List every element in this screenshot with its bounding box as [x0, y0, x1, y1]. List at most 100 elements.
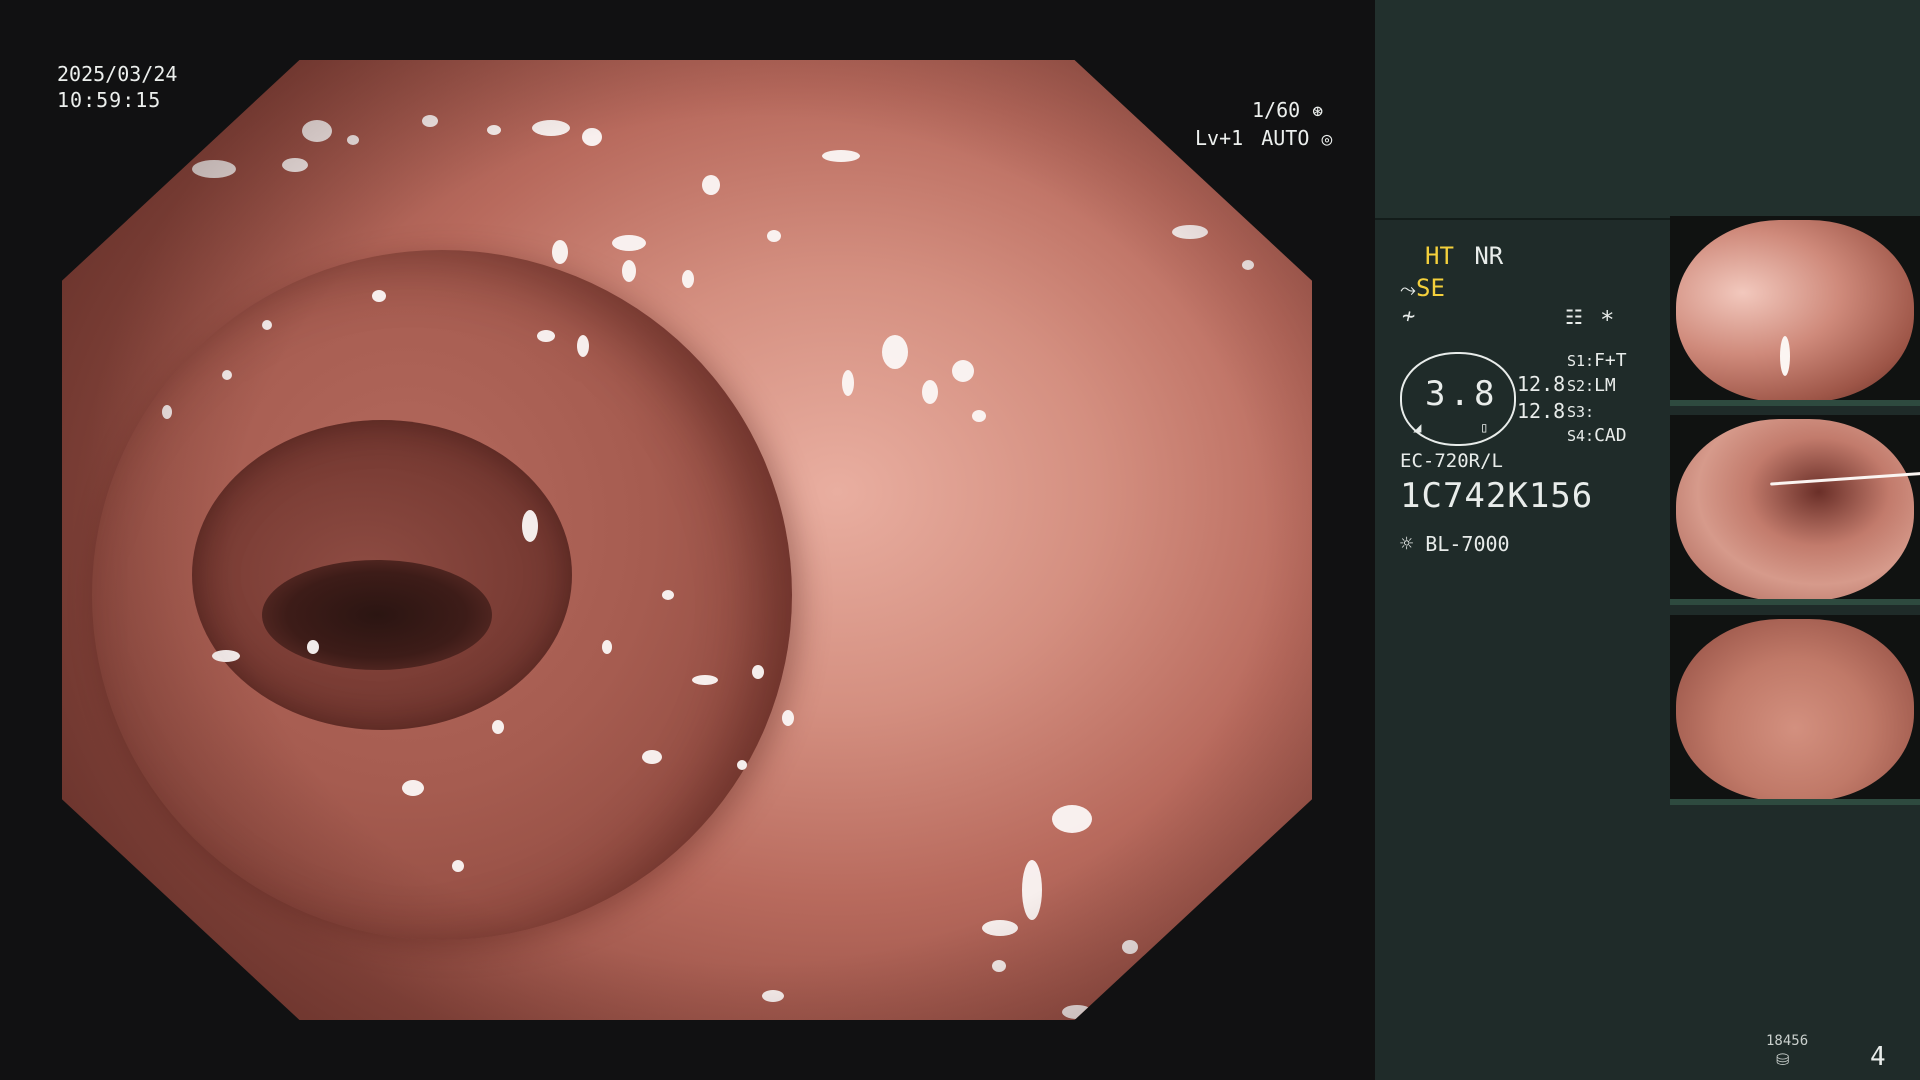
- specular-highlight: [537, 330, 555, 342]
- storage-count: 18456: [1766, 1033, 1809, 1049]
- specular-highlight: [372, 290, 386, 302]
- lumen-inner: [192, 420, 572, 730]
- thumbnail-highlight: [1780, 336, 1790, 376]
- panel-header-area: [1375, 0, 1920, 220]
- thumbnail-bar: [1670, 599, 1920, 605]
- specular-highlight: [1172, 225, 1208, 239]
- switch-value: CAD: [1594, 425, 1627, 446]
- page-number: 4: [1870, 1042, 1886, 1072]
- specular-highlight: [767, 230, 781, 242]
- brightness-value: 3.8: [1425, 374, 1499, 414]
- light-source: BL-7000: [1425, 532, 1510, 556]
- thumbnail-bar: [1670, 799, 1920, 805]
- level-value: Lv+1: [1195, 126, 1244, 150]
- ht-indicator: HT: [1425, 242, 1454, 270]
- specular-highlight: [622, 260, 636, 282]
- switch-key: S2:: [1567, 377, 1595, 395]
- specular-highlight: [982, 920, 1018, 936]
- specular-highlight: [1242, 260, 1254, 270]
- database-icon: ⛁: [1776, 1050, 1790, 1069]
- specular-highlight: [522, 510, 538, 542]
- specular-highlight: [702, 175, 720, 195]
- specular-highlight: [842, 370, 854, 396]
- thumbnail-image: [1676, 220, 1914, 402]
- specular-highlight: [1142, 960, 1182, 968]
- light-source-row: ☼ BL-7000: [1400, 532, 1510, 557]
- date-label: 2025/03/24: [57, 62, 178, 86]
- lumen-fold: [92, 250, 792, 940]
- specular-highlight: [822, 150, 860, 162]
- thumbnail-image: [1676, 419, 1914, 601]
- specular-highlight: [262, 320, 272, 330]
- value-1: 12.8: [1517, 372, 1566, 396]
- specular-highlight: [222, 370, 232, 380]
- specular-highlight: [662, 590, 674, 600]
- menu-icon: ☷: [1565, 305, 1583, 329]
- switch-key: S4:: [1567, 427, 1595, 445]
- specular-highlight: [922, 380, 938, 404]
- shutter-label: 1/60 ⊛: [1252, 98, 1323, 124]
- capture-thumbnail-2[interactable]: [1670, 415, 1920, 605]
- gauge-right-marker: ▯: [1480, 420, 1489, 436]
- specular-highlight: [307, 640, 319, 654]
- switch-row-3: S3:: [1567, 401, 1594, 422]
- time-label: 10:59:15: [57, 88, 162, 112]
- lumen-opening: [262, 560, 492, 670]
- switch-key: S1:: [1567, 352, 1595, 370]
- se-row: ⤳SE: [1400, 274, 1445, 302]
- switch-row-1: S1:F+T: [1567, 350, 1627, 371]
- endoscope-display: 2025/03/24 10:59:15 1/60 ⊛ Lv+1 AUTO ◎: [0, 0, 1375, 1080]
- specular-highlight: [302, 120, 332, 142]
- specular-highlight: [602, 640, 612, 654]
- specular-highlight: [347, 135, 359, 145]
- specular-highlight: [282, 158, 308, 172]
- specular-highlight: [882, 335, 908, 369]
- shutter-value: 1/60: [1252, 98, 1301, 122]
- specular-highlight: [552, 240, 568, 264]
- value-2: 12.8: [1517, 399, 1566, 423]
- specular-highlight: [192, 160, 236, 178]
- specular-highlight: [212, 650, 240, 662]
- mode-value: AUTO: [1261, 126, 1310, 150]
- switch-value: F+T: [1594, 350, 1627, 371]
- specular-highlight: [1052, 805, 1092, 833]
- thumbnail-bar: [1670, 400, 1920, 406]
- specular-highlight: [162, 405, 172, 419]
- target-icon: ◎: [1321, 129, 1333, 150]
- scope-serial: 1C742K156: [1400, 476, 1594, 516]
- specular-highlight: [692, 675, 718, 685]
- specular-highlight: [972, 410, 986, 422]
- specular-highlight: [612, 235, 646, 251]
- specular-highlight: [487, 125, 501, 135]
- specular-highlight: [582, 128, 602, 146]
- specular-highlight: [422, 115, 438, 127]
- se-indicator: SE: [1416, 274, 1445, 302]
- specular-highlight: [1022, 860, 1042, 920]
- switch-row-4: S4:CAD: [1567, 425, 1627, 446]
- switch-row-2: S2:LM: [1567, 375, 1616, 396]
- capture-thumbnail-1[interactable]: [1670, 216, 1920, 406]
- specular-highlight: [737, 760, 747, 770]
- sun-icon: ☼: [1400, 532, 1414, 557]
- aperture-icon: ⊛: [1312, 101, 1324, 122]
- scope-model: EC-720R/L: [1400, 450, 1503, 472]
- structure-icon: ⤳: [1400, 277, 1416, 301]
- enhancement-row: HT NR: [1425, 242, 1503, 270]
- specular-highlight: [952, 360, 974, 382]
- specular-highlight: [782, 710, 794, 726]
- specular-highlight: [642, 750, 662, 764]
- gauge-left-marker: ◢: [1413, 420, 1422, 436]
- specular-highlight: [577, 335, 589, 357]
- color-icon: ≁: [1402, 304, 1416, 329]
- specular-highlight: [532, 120, 570, 136]
- switch-value: LM: [1594, 375, 1616, 396]
- thumbnail-image: [1676, 619, 1914, 801]
- specular-highlight: [402, 780, 424, 796]
- specular-highlight: [452, 860, 464, 872]
- specular-highlight: [1062, 1005, 1092, 1019]
- specular-highlight: [762, 990, 784, 1002]
- endoscopic-image: [62, 60, 1312, 1020]
- asterisk-indicator: *: [1600, 306, 1615, 334]
- exposure-label: Lv+1 AUTO ◎: [1195, 126, 1332, 152]
- capture-thumbnail-3[interactable]: [1670, 615, 1920, 805]
